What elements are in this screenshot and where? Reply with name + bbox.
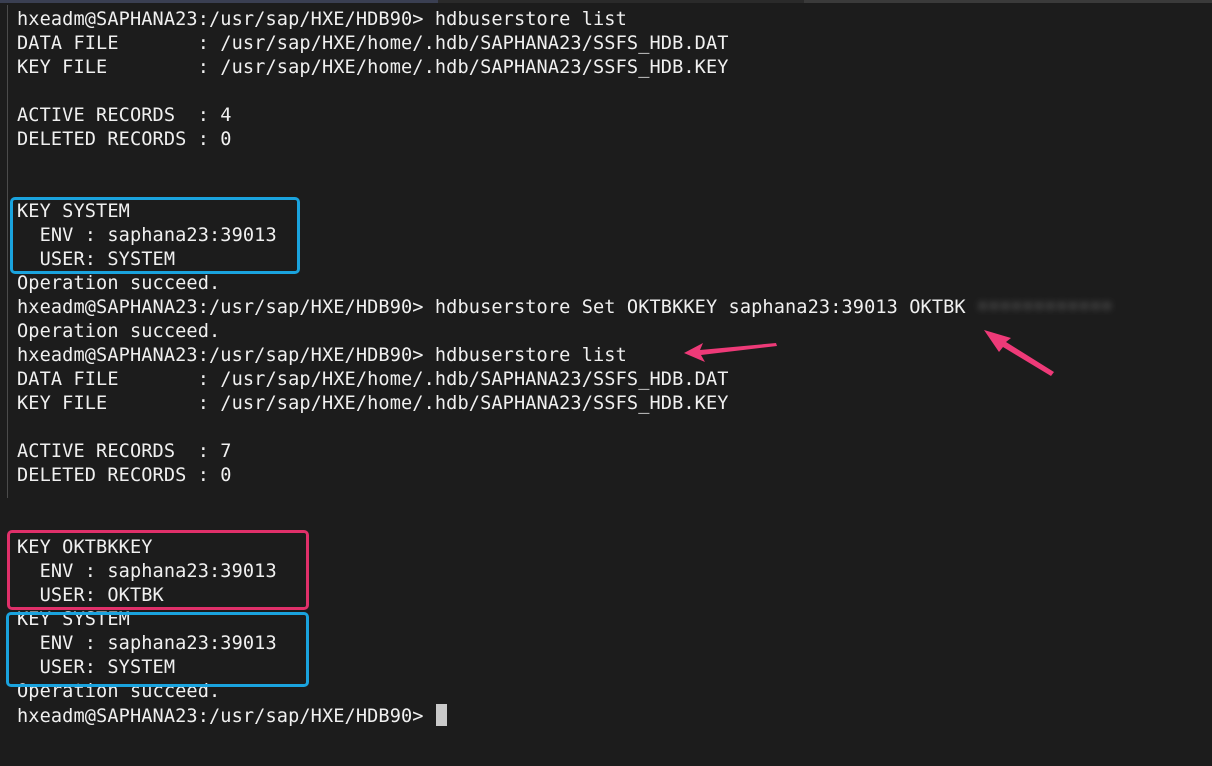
terminal-line: KEY FILE : /usr/sap/HXE/home/.hdb/SAPHAN… — [17, 56, 729, 80]
obscured-password: •••••••••••• — [977, 297, 1113, 318]
terminal-line: Operation succeed. — [17, 320, 220, 344]
terminal-line-text: ENV : saphana23:39013 — [17, 225, 277, 246]
terminal-cursor[interactable] — [435, 704, 447, 726]
terminal-line-text: USER: SYSTEM — [17, 657, 176, 678]
terminal-line-text: ACTIVE RECORDS : 7 — [17, 441, 232, 462]
terminal-window[interactable]: hxeadm@SAPHANA23:/usr/sap/HXE/HDB90> hdb… — [0, 0, 1212, 766]
terminal-output[interactable]: hxeadm@SAPHANA23:/usr/sap/HXE/HDB90> hdb… — [0, 0, 1212, 766]
terminal-line-text: KEY OKTBKKEY — [17, 537, 153, 558]
terminal-line-text: ENV : saphana23:39013 — [17, 633, 277, 654]
terminal-line: hxeadm@SAPHANA23:/usr/sap/HXE/HDB90> hdb… — [17, 344, 627, 368]
terminal-line-text: USER: OKTBK — [17, 585, 164, 606]
terminal-line: USER: SYSTEM — [17, 248, 175, 272]
terminal-line-text: KEY FILE : /usr/sap/HXE/home/.hdb/SAPHAN… — [17, 393, 729, 414]
terminal-line-text: hxeadm@SAPHANA23:/usr/sap/HXE/HDB90> — [17, 706, 435, 727]
prompt-line: hxeadm@SAPHANA23:/usr/sap/HXE/HDB90> — [17, 704, 447, 728]
terminal-line-text: DATA FILE : /usr/sap/HXE/home/.hdb/SAPHA… — [17, 33, 729, 54]
terminal-line: hxeadm@SAPHANA23:/usr/sap/HXE/HDB90> hdb… — [17, 8, 627, 32]
terminal-line-text: KEY SYSTEM — [17, 609, 130, 630]
terminal-line-text: DELETED RECORDS : 0 — [17, 465, 232, 486]
terminal-line-text: KEY SYSTEM — [17, 201, 130, 222]
terminal-line: hxeadm@SAPHANA23:/usr/sap/HXE/HDB90> hdb… — [17, 296, 1113, 320]
terminal-line: Operation succeed. — [17, 680, 220, 704]
terminal-line: ACTIVE RECORDS : 4 — [17, 104, 232, 128]
terminal-line-text: DELETED RECORDS : 0 — [17, 129, 232, 150]
terminal-line: USER: OKTBK — [17, 584, 164, 608]
terminal-line: KEY FILE : /usr/sap/HXE/home/.hdb/SAPHAN… — [17, 392, 729, 416]
terminal-line: KEY OKTBKKEY — [17, 536, 153, 560]
terminal-line-text: USER: SYSTEM — [17, 249, 176, 270]
terminal-line-text: ACTIVE RECORDS : 4 — [17, 105, 232, 126]
terminal-line-text: KEY FILE : /usr/sap/HXE/home/.hdb/SAPHAN… — [17, 57, 729, 78]
terminal-line-text: Operation succeed. — [17, 321, 221, 342]
terminal-line: DELETED RECORDS : 0 — [17, 128, 232, 152]
terminal-line-text: Operation succeed. — [17, 273, 221, 294]
terminal-line: DATA FILE : /usr/sap/HXE/home/.hdb/SAPHA… — [17, 368, 729, 392]
terminal-line: ENV : saphana23:39013 — [17, 632, 277, 656]
terminal-line-text: ENV : saphana23:39013 — [17, 561, 277, 582]
terminal-line: ENV : saphana23:39013 — [17, 224, 277, 248]
terminal-line-text: DATA FILE : /usr/sap/HXE/home/.hdb/SAPHA… — [17, 369, 729, 390]
terminal-line: DATA FILE : /usr/sap/HXE/home/.hdb/SAPHA… — [17, 32, 729, 56]
terminal-line: Operation succeed. — [17, 272, 220, 296]
terminal-line: ENV : saphana23:39013 — [17, 560, 277, 584]
terminal-line: KEY SYSTEM — [17, 608, 130, 632]
terminal-line-text: hxeadm@SAPHANA23:/usr/sap/HXE/HDB90> hdb… — [17, 345, 627, 366]
terminal-line-text: hxeadm@SAPHANA23:/usr/sap/HXE/HDB90> hdb… — [17, 297, 978, 318]
terminal-line: USER: SYSTEM — [17, 656, 175, 680]
terminal-line-text: hxeadm@SAPHANA23:/usr/sap/HXE/HDB90> hdb… — [17, 9, 627, 30]
terminal-line: DELETED RECORDS : 0 — [17, 464, 232, 488]
terminal-line-text: Operation succeed. — [17, 681, 221, 702]
terminal-line: KEY SYSTEM — [17, 200, 130, 224]
terminal-line: ACTIVE RECORDS : 7 — [17, 440, 232, 464]
